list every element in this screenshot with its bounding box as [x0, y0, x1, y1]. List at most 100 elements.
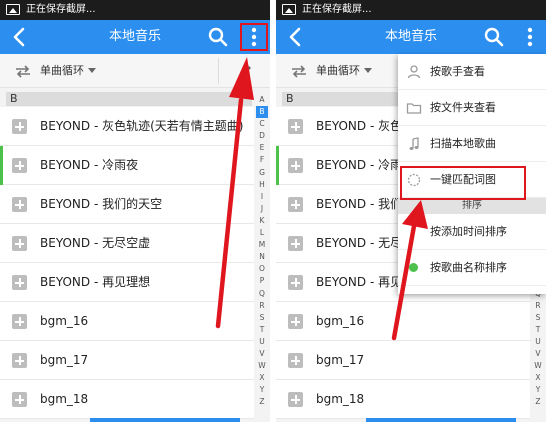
index-letter[interactable]: X: [256, 372, 268, 384]
index-letter[interactable]: O: [256, 263, 268, 275]
edit-icon[interactable]: [238, 63, 254, 79]
index-letter[interactable]: U: [256, 336, 268, 348]
index-letter[interactable]: R: [256, 300, 268, 312]
section-header: B: [6, 92, 252, 106]
menu-item-by-artist[interactable]: 按歌手查看: [398, 54, 546, 90]
index-letter[interactable]: W: [532, 360, 544, 372]
search-icon[interactable]: [206, 25, 230, 49]
chevron-down-icon[interactable]: [88, 68, 96, 73]
song-row-playing[interactable]: BEYOND - 冷雨夜: [0, 146, 254, 185]
index-letter[interactable]: F: [256, 154, 268, 166]
song-row[interactable]: bgm_17: [276, 341, 530, 380]
index-letter[interactable]: Z: [532, 396, 544, 408]
add-icon[interactable]: [12, 119, 27, 134]
add-icon[interactable]: [288, 353, 303, 368]
song-title: BEYOND - 我们的天空: [40, 197, 163, 211]
index-letter[interactable]: Y: [532, 384, 544, 396]
add-icon[interactable]: [12, 236, 27, 251]
index-letter[interactable]: R: [532, 300, 544, 312]
index-letter[interactable]: H: [256, 179, 268, 191]
menu-item-label: 扫描本地歌曲: [430, 137, 496, 150]
song-row[interactable]: bgm_16: [0, 302, 254, 341]
song-row[interactable]: bgm_18: [0, 380, 254, 419]
song-row[interactable]: BEYOND - 再见理想: [0, 263, 254, 302]
selected-dot-icon: [409, 263, 418, 272]
index-letter[interactable]: M: [256, 239, 268, 251]
status-text: 正在保存截屏...: [302, 4, 372, 15]
add-icon[interactable]: [288, 392, 303, 407]
divider: [218, 58, 219, 84]
index-letter[interactable]: P: [256, 275, 268, 287]
index-letter[interactable]: D: [256, 130, 268, 142]
menu-item-label: 按歌曲名称排序: [430, 261, 507, 274]
index-letter[interactable]: X: [532, 372, 544, 384]
index-letter[interactable]: U: [532, 336, 544, 348]
index-letter[interactable]: G: [256, 167, 268, 179]
index-letter[interactable]: L: [256, 227, 268, 239]
index-letter[interactable]: K: [256, 215, 268, 227]
alphabet-index[interactable]: A B C D E F G H I J K L M N O P Q R S T …: [256, 94, 268, 408]
index-letter[interactable]: A: [256, 94, 268, 106]
index-letter[interactable]: Q: [256, 288, 268, 300]
song-title: bgm_17: [316, 353, 365, 367]
index-letter[interactable]: T: [256, 324, 268, 336]
menu-item-scan-local[interactable]: 扫描本地歌曲: [398, 126, 546, 162]
screenshot-icon: [6, 4, 20, 15]
add-icon[interactable]: [288, 158, 303, 173]
add-icon[interactable]: [12, 158, 27, 173]
add-icon[interactable]: [12, 392, 27, 407]
repeat-icon[interactable]: [14, 63, 32, 79]
add-icon[interactable]: [12, 197, 27, 212]
index-letter[interactable]: I: [256, 191, 268, 203]
index-letter[interactable]: E: [256, 142, 268, 154]
more-button-highlight: [240, 23, 268, 51]
add-icon[interactable]: [12, 353, 27, 368]
add-icon[interactable]: [12, 314, 27, 329]
index-letter[interactable]: V: [256, 348, 268, 360]
match-lyrics-highlight: [400, 166, 526, 200]
add-icon[interactable]: [288, 236, 303, 251]
more-options-icon[interactable]: [522, 25, 538, 49]
index-letter[interactable]: J: [256, 203, 268, 215]
song-title: BEYOND - 冷雨夜: [40, 158, 139, 172]
index-letter-selected[interactable]: B: [256, 106, 268, 119]
index-letter[interactable]: V: [532, 348, 544, 360]
menu-item-by-folder[interactable]: 按文件夹查看: [398, 90, 546, 126]
search-icon[interactable]: [482, 25, 506, 49]
song-row[interactable]: bgm_16: [276, 302, 530, 341]
app-bar: 本地音乐: [0, 20, 270, 54]
song-row[interactable]: BEYOND - 我们的天空: [0, 185, 254, 224]
index-letter[interactable]: T: [532, 324, 544, 336]
index-letter[interactable]: Y: [256, 384, 268, 396]
play-mode-toolbar: 单曲循环: [0, 54, 270, 88]
menu-item-label: 按添加时间排序: [430, 225, 507, 238]
index-letter[interactable]: S: [532, 312, 544, 324]
add-icon[interactable]: [12, 275, 27, 290]
chevron-down-icon[interactable]: [364, 68, 372, 73]
index-letter[interactable]: Z: [256, 396, 268, 408]
song-title: bgm_16: [40, 314, 89, 328]
add-icon[interactable]: [288, 314, 303, 329]
index-letter[interactable]: W: [256, 360, 268, 372]
screenshot-right: 正在保存截屏... 本地音乐 单曲循环 B BEYOND - 灰色轨 BEYON…: [276, 0, 546, 422]
song-row[interactable]: bgm_17: [0, 341, 254, 380]
song-row[interactable]: bgm_18: [276, 380, 530, 419]
screenshot-icon: [282, 4, 296, 15]
menu-item-sort-by-time[interactable]: 按添加时间排序: [398, 214, 546, 250]
mini-player-bar[interactable]: [90, 418, 240, 422]
add-icon[interactable]: [288, 119, 303, 134]
menu-item-sort-by-name[interactable]: 按歌曲名称排序: [398, 250, 546, 286]
repeat-icon[interactable]: [290, 63, 308, 79]
add-icon[interactable]: [288, 197, 303, 212]
menu-section-sort: 排序: [398, 198, 546, 214]
song-row[interactable]: BEYOND - 无尽空虚: [0, 224, 254, 263]
index-letter[interactable]: C: [256, 118, 268, 130]
index-letter[interactable]: N: [256, 251, 268, 263]
play-mode-label[interactable]: 单曲循环: [40, 54, 84, 88]
person-icon: [407, 65, 421, 79]
song-row[interactable]: BEYOND - 灰色轨迹(天若有情主题曲): [0, 107, 254, 146]
add-icon[interactable]: [288, 275, 303, 290]
play-mode-label[interactable]: 单曲循环: [316, 54, 360, 88]
index-letter[interactable]: S: [256, 312, 268, 324]
mini-player-bar[interactable]: [366, 418, 516, 422]
